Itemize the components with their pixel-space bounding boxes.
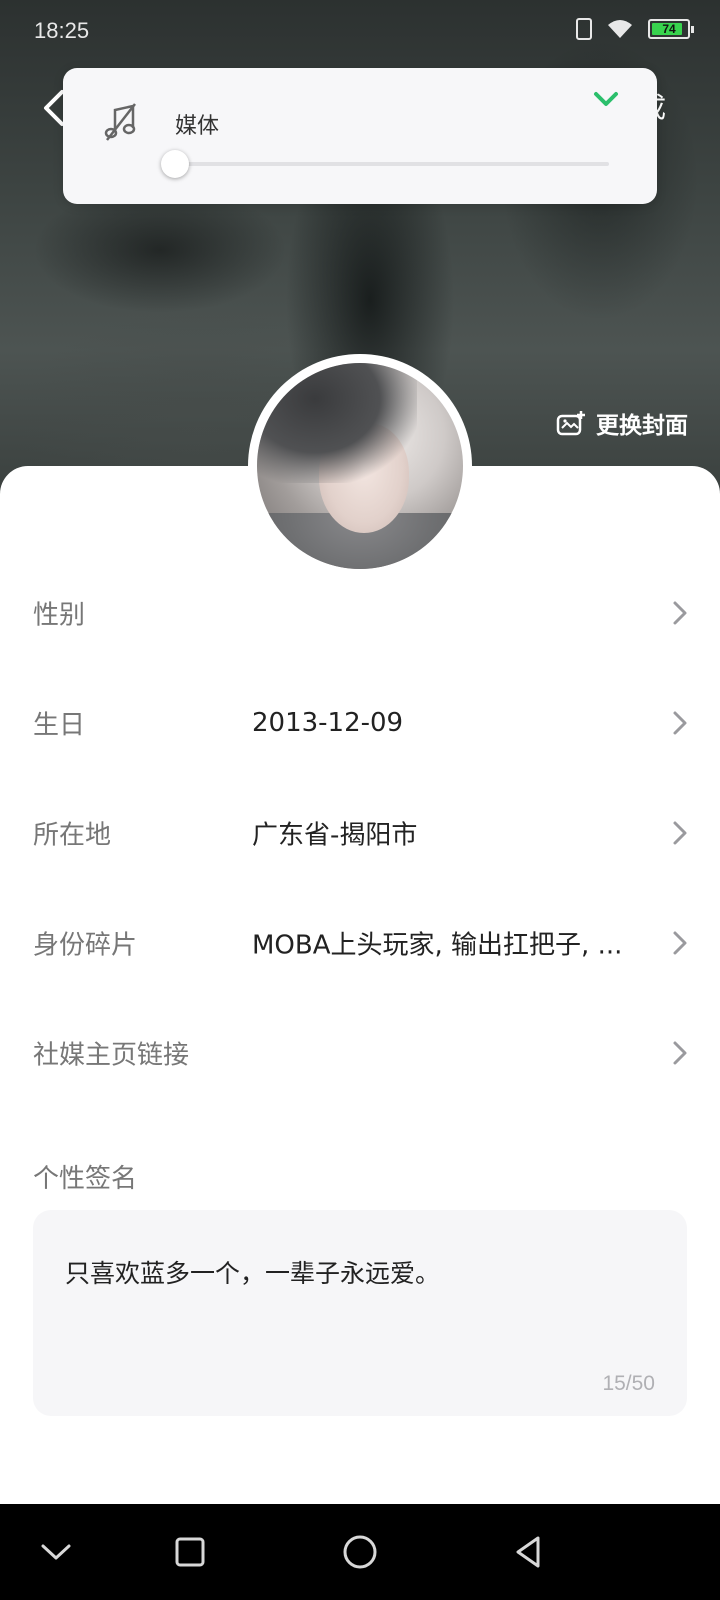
battery-icon: 74 [648,19,694,39]
row-birthday[interactable]: 生日 2013-12-09 [0,668,720,778]
signature-text: 只喜欢蓝多一个，一辈子永远爱。 [65,1259,441,1288]
chevron-down-icon[interactable] [591,88,621,110]
chevron-right-icon [673,1041,687,1065]
chevron-right-icon [673,711,687,735]
volume-slider-track[interactable] [175,162,609,166]
change-cover-button[interactable]: 更换封面 [556,406,688,440]
avatar[interactable] [248,354,472,578]
row-label: 社媒主页链接 [33,1040,190,1071]
row-label: 生日 [33,710,86,741]
chevron-right-icon [673,601,687,625]
circle-icon [343,1535,377,1569]
signature-char-count: 15/50 [602,1372,655,1395]
volume-popup: 媒体 [63,68,657,204]
row-value: MOBA上头玩家, 输出扛把子, ... [252,930,623,961]
avatar-image [257,363,463,569]
nav-collapse-button[interactable] [36,1532,76,1572]
change-cover-label: 更换封面 [596,413,688,439]
media-volume-label: 媒体 [175,114,220,139]
nav-home-button[interactable] [340,1532,380,1572]
status-icons: 74 [576,18,694,40]
nav-back-button[interactable] [508,1532,548,1572]
row-gender[interactable]: 性别 [0,558,720,668]
system-nav-bar [0,1504,720,1600]
wifi-icon [606,18,634,40]
row-value: 2013-12-09 [252,708,404,738]
music-off-icon[interactable] [103,102,139,142]
row-identity-tags[interactable]: 身份碎片 MOBA上头玩家, 输出扛把子, ... [0,888,720,998]
status-time: 18:25 [34,18,90,43]
chevron-right-icon [673,931,687,955]
vibrate-icon [576,18,592,40]
nav-recents-button[interactable] [170,1532,210,1572]
signature-input[interactable]: 只喜欢蓝多一个，一辈子永远爱。 15/50 [33,1210,687,1416]
image-add-icon [556,411,585,436]
row-label: 性别 [33,600,86,631]
chevron-down-icon [41,1544,71,1560]
status-bar: 18:25 74 [0,0,720,60]
volume-slider-thumb[interactable] [161,150,189,178]
battery-level: 74 [662,22,676,36]
row-value: 广东省-揭阳市 [252,820,418,851]
triangle-back-icon [516,1536,540,1568]
signature-label: 个性签名 [33,1164,138,1194]
row-location[interactable]: 所在地 广东省-揭阳市 [0,778,720,888]
square-icon [175,1537,205,1567]
row-label: 所在地 [33,820,112,851]
chevron-right-icon [673,821,687,845]
row-label: 身份碎片 [33,930,138,961]
row-social-links[interactable]: 社媒主页链接 [0,998,720,1108]
